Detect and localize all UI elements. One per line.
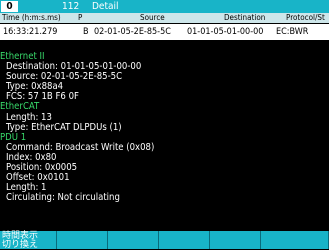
function-key-bar: 時間表示 切り換え [0, 231, 329, 250]
function-key-label: 切り換え [2, 240, 39, 250]
function-key-label [108, 232, 158, 233]
row-p: B [83, 27, 89, 37]
packet-detail-pane[interactable]: Ethernet II Destination: 01-01-05-01-00-0… [0, 51, 329, 230]
row-time: 16:33:21.279 [3, 27, 58, 37]
function-key-1[interactable]: 時間表示 切り換え [0, 231, 57, 250]
detail-field[interactable]: Offset: 0x0101 [0, 173, 329, 183]
slot-number: 0 [1, 1, 18, 12]
function-key-5[interactable] [210, 231, 261, 249]
function-key-label [261, 232, 328, 233]
function-key-2[interactable] [57, 231, 108, 249]
view-mode-label: Detail [92, 1, 119, 12]
detail-field[interactable]: FCS: 57 1B F6 0F [0, 92, 329, 102]
function-key-label: 時間表示 [2, 231, 39, 241]
function-key-label [159, 232, 209, 233]
row-source: 02-01-05-2E-85-5C [94, 27, 171, 37]
detail-field[interactable]: Type: EtherCAT DLPDUs (1) [0, 122, 329, 133]
function-key-3[interactable] [108, 231, 159, 249]
title-bar: 0 112 Detail [0, 0, 329, 13]
function-key-label [57, 232, 107, 233]
row-destination: 01-01-05-01-00-00 [187, 27, 264, 37]
selected-frame-row[interactable]: 16:33:21.279 B 02-01-05-2E-85-5C 01-01-0… [0, 24, 329, 40]
detail-field[interactable]: Circulating: Not circulating [0, 193, 329, 203]
column-header: Time (h:m:s.ms) P Source Destination Pro… [0, 13, 329, 23]
column-p[interactable]: P [78, 13, 82, 23]
column-time[interactable]: Time (h:m:s.ms) [2, 13, 61, 23]
function-key-4[interactable] [159, 231, 210, 249]
column-protocol[interactable]: Protocol/St [286, 13, 325, 23]
frame-number: 112 [62, 1, 80, 12]
column-source[interactable]: Source [140, 13, 165, 23]
column-destination[interactable]: Destination [224, 13, 265, 23]
row-protocol: EC:BWR [276, 27, 309, 37]
function-key-6[interactable] [261, 231, 329, 249]
function-key-label [210, 232, 260, 233]
